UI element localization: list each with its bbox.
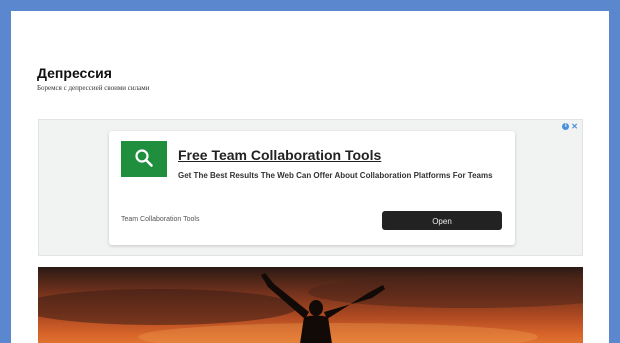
hero-image: [38, 267, 583, 343]
ad-icon-tile: [121, 141, 167, 177]
ad-body: Get The Best Results The Web Can Offer A…: [178, 171, 493, 180]
site-title[interactable]: Депрессия: [37, 65, 112, 81]
silhouette-image: [38, 273, 583, 343]
ad-container: i ✕ Free Team Collaboration Tools Get The…: [38, 119, 583, 256]
ad-source: Team Collaboration Tools: [121, 216, 200, 223]
close-icon[interactable]: ✕: [571, 122, 578, 132]
ad-card[interactable]: Free Team Collaboration Tools Get The Be…: [109, 131, 515, 245]
search-icon: [135, 149, 153, 167]
page: Депрессия Боремся с депрессией своими си…: [11, 11, 609, 343]
site-description: Боремся с депрессией своими силами: [37, 84, 150, 92]
ad-controls: i ✕: [560, 122, 578, 132]
info-icon[interactable]: i: [562, 123, 570, 131]
ad-headline[interactable]: Free Team Collaboration Tools: [178, 147, 381, 163]
ad-open-button[interactable]: Open: [382, 211, 502, 230]
